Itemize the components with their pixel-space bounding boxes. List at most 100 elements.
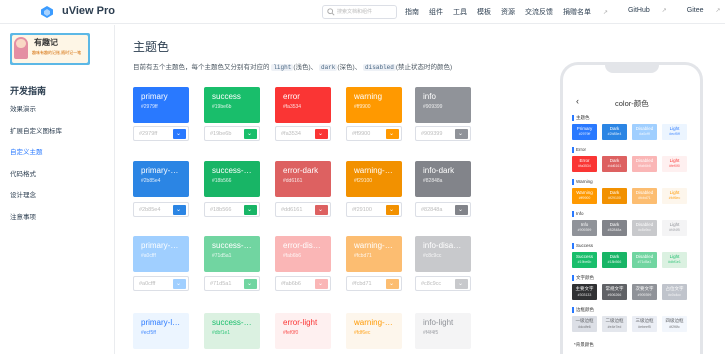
color-swatch-button[interactable]: ⌄ bbox=[244, 129, 257, 139]
phone-color-tile: Disabled #fab6b6 bbox=[632, 156, 657, 172]
nav-link-tools[interactable]: 工具 bbox=[453, 7, 467, 17]
phone-color-tile: Dark #82848a bbox=[602, 220, 627, 236]
section-marker bbox=[572, 147, 574, 153]
sidebar-item-demo[interactable]: 效果演示 bbox=[10, 103, 36, 113]
color-swatch-button[interactable]: ⌄ bbox=[315, 205, 328, 215]
color-picker[interactable]: #19be6b ⌄ bbox=[204, 126, 260, 141]
color-picker[interactable]: #82848a ⌄ bbox=[415, 202, 471, 217]
tile-name: Disabled bbox=[635, 222, 654, 227]
sidebar-item-code-format[interactable]: 代码格式 bbox=[10, 168, 36, 178]
sidebar-item-custom-theme[interactable]: 自定义主题 bbox=[10, 146, 43, 156]
color-picker-value[interactable]: #a0cfff bbox=[139, 281, 171, 287]
sidebar-item-notes[interactable]: 注意事项 bbox=[10, 211, 36, 221]
tile-hex: #dcdfe6 bbox=[578, 325, 591, 329]
phone-color-tile: Light #fdf6ec bbox=[662, 188, 687, 204]
phone-section-label: 边框颜色 bbox=[576, 307, 594, 312]
color-picker-value[interactable]: #82848a bbox=[421, 207, 453, 213]
color-picker[interactable]: #909399 ⌄ bbox=[415, 126, 471, 141]
code-light: light bbox=[271, 64, 294, 71]
color-picker-value[interactable]: #dd6161 bbox=[281, 207, 313, 213]
color-hex: #2979ff bbox=[141, 104, 158, 110]
color-swatch-button[interactable]: ⌄ bbox=[244, 279, 257, 289]
tile-hex: #fef0f0 bbox=[669, 164, 680, 168]
color-picker[interactable]: #a0cfff ⌄ bbox=[133, 276, 189, 291]
tile-name: Light bbox=[669, 158, 680, 163]
color-picker[interactable]: #f29100 ⌄ bbox=[346, 202, 402, 217]
brand-name[interactable]: uView Pro bbox=[62, 5, 115, 17]
sidebar-item-design[interactable]: 设计理念 bbox=[10, 189, 36, 199]
color-picker[interactable]: #dd6161 ⌄ bbox=[275, 202, 331, 217]
color-swatch-button[interactable]: ⌄ bbox=[173, 129, 186, 139]
section-marker bbox=[572, 307, 574, 313]
color-card: info-light #f4f4f5 bbox=[415, 313, 471, 349]
color-swatch-button[interactable]: ⌄ bbox=[455, 279, 468, 289]
color-picker-value[interactable]: #fcbd71 bbox=[352, 281, 384, 287]
tile-hex: #fa3534 bbox=[578, 164, 591, 168]
color-picker[interactable]: #2979ff ⌄ bbox=[133, 126, 189, 141]
color-swatch-button[interactable]: ⌄ bbox=[386, 205, 399, 215]
color-picker[interactable]: #c8c9cc ⌄ bbox=[415, 276, 471, 291]
back-icon[interactable]: ‹ bbox=[576, 96, 579, 106]
phone-section-label: Info bbox=[576, 211, 584, 216]
nav-link-donors[interactable]: 捐赠名单 ↗ bbox=[563, 7, 618, 17]
nav-link-gitee[interactable]: Gitee ↗ bbox=[687, 7, 725, 17]
color-picker-value[interactable]: #f29100 bbox=[352, 207, 384, 213]
color-swatch-button[interactable]: ⌄ bbox=[386, 129, 399, 139]
uview-logo-icon[interactable] bbox=[40, 5, 54, 19]
color-swatch-button[interactable]: ⌄ bbox=[455, 129, 468, 139]
chevron-down-icon: ⌄ bbox=[318, 131, 324, 137]
color-picker-value[interactable]: #c8c9cc bbox=[421, 281, 453, 287]
color-card: error-light #fef0f0 bbox=[275, 313, 331, 349]
color-hex: #fa3534 bbox=[283, 104, 302, 110]
tile-hex: #dd6161 bbox=[607, 164, 622, 168]
phone-section-label: 主题色 bbox=[576, 115, 590, 120]
phone-section-label: Warning bbox=[576, 179, 593, 184]
nav-link-components[interactable]: 组件 bbox=[429, 7, 443, 17]
color-picker-value[interactable]: #2979ff bbox=[139, 131, 171, 137]
chevron-down-icon: ⌄ bbox=[389, 207, 395, 213]
search-placeholder: 搜索文档和组件 bbox=[337, 9, 373, 15]
color-picker-value[interactable]: #fab6b6 bbox=[281, 281, 313, 287]
external-link-icon: ↗ bbox=[715, 8, 721, 14]
color-picker[interactable]: #71d5a1 ⌄ bbox=[204, 276, 260, 291]
color-picker[interactable]: #fa3534 ⌄ bbox=[275, 126, 331, 141]
nav-link-templates[interactable]: 模板 bbox=[477, 7, 491, 17]
color-picker[interactable]: #fcbd71 ⌄ bbox=[346, 276, 402, 291]
color-card: success-disabled #71d5a1 bbox=[204, 236, 260, 272]
color-picker-value[interactable]: #19be6b bbox=[210, 131, 242, 137]
sidebar-item-custom-icons[interactable]: 扩展自定义图标库 bbox=[10, 125, 62, 135]
search-input[interactable]: 搜索文档和组件 bbox=[322, 5, 397, 19]
color-name: success bbox=[212, 92, 241, 101]
nav-link-github[interactable]: GitHub ↗ bbox=[628, 7, 677, 17]
color-picker-value[interactable]: #2b85e4 bbox=[139, 207, 171, 213]
color-picker[interactable]: #ff9900 ⌄ bbox=[346, 126, 402, 141]
color-hex: #fdf6ec bbox=[354, 330, 371, 336]
color-swatch-button[interactable]: ⌄ bbox=[386, 279, 399, 289]
color-card: error-dark #dd6161 bbox=[275, 161, 331, 197]
color-picker[interactable]: #18b566 ⌄ bbox=[204, 202, 260, 217]
color-picker-value[interactable]: #18b566 bbox=[210, 207, 242, 213]
color-swatch-button[interactable]: ⌄ bbox=[173, 279, 186, 289]
color-swatch-button[interactable]: ⌄ bbox=[244, 205, 257, 215]
color-picker[interactable]: #2b85e4 ⌄ bbox=[133, 202, 189, 217]
promo-banner[interactable]: 有趣记 趣味有趣的记账,随时记一笔 bbox=[10, 33, 90, 65]
color-swatch-button[interactable]: ⌄ bbox=[173, 205, 186, 215]
color-swatch-button[interactable]: ⌄ bbox=[315, 279, 328, 289]
nav-link-guide[interactable]: 指南 bbox=[405, 7, 419, 17]
color-swatch-button[interactable]: ⌄ bbox=[455, 205, 468, 215]
chevron-down-icon: ⌄ bbox=[247, 207, 253, 213]
color-picker-value[interactable]: #909399 bbox=[421, 131, 453, 137]
color-hex: #f29100 bbox=[354, 178, 373, 184]
tile-name: Dark bbox=[609, 126, 620, 131]
nav-link-resources[interactable]: 资源 bbox=[501, 7, 515, 17]
tile-name: 主要文字 bbox=[575, 286, 594, 291]
color-card: info-dark #82848a bbox=[415, 161, 471, 197]
chevron-down-icon: ⌄ bbox=[247, 281, 253, 287]
color-picker-value[interactable]: #ff9900 bbox=[352, 131, 384, 137]
color-card: error-disabled #fab6b6 bbox=[275, 236, 331, 272]
color-picker[interactable]: #fab6b6 ⌄ bbox=[275, 276, 331, 291]
color-swatch-button[interactable]: ⌄ bbox=[315, 129, 328, 139]
nav-link-feedback[interactable]: 交流反馈 bbox=[525, 7, 553, 17]
color-picker-value[interactable]: #71d5a1 bbox=[210, 281, 242, 287]
color-picker-value[interactable]: #fa3534 bbox=[281, 131, 313, 137]
